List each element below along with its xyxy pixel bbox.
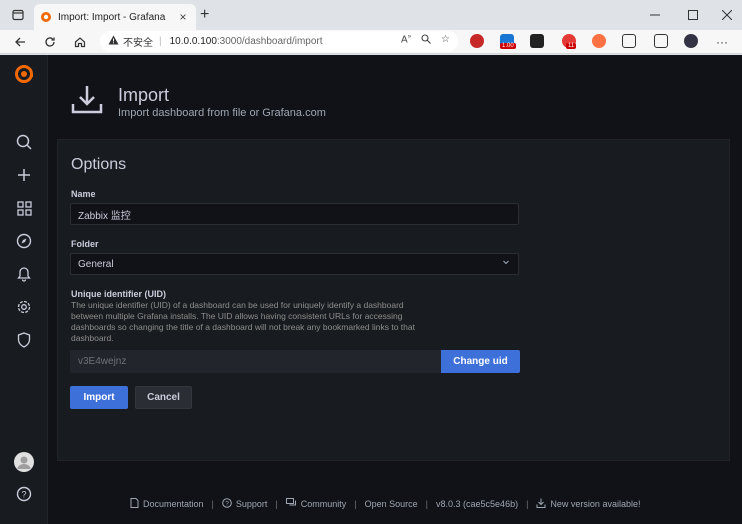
svg-text:?: ? xyxy=(21,490,26,500)
options-title: Options xyxy=(71,156,127,173)
new-version-label: New version available! xyxy=(550,499,641,509)
comment-icon xyxy=(285,498,297,510)
zoom-icon[interactable] xyxy=(421,34,431,47)
footer-separator: | xyxy=(354,499,357,509)
browser-tab[interactable]: Import: Import - Grafana × xyxy=(34,4,196,30)
folder-select-value: General xyxy=(78,258,114,270)
download-icon xyxy=(536,498,546,510)
uid-input-value: v3E4wejnz xyxy=(78,356,127,367)
footer: Documentation | ? Support | Community | … xyxy=(130,498,640,510)
home-button[interactable] xyxy=(70,32,90,52)
grafana-favicon-icon xyxy=(40,11,52,23)
name-input-value: Zabbix 监控 xyxy=(78,210,131,222)
dashboards-icon[interactable] xyxy=(14,198,34,218)
maximize-button[interactable] xyxy=(678,0,708,30)
side-menu: ? xyxy=(0,55,48,524)
minimize-button[interactable] xyxy=(640,0,670,30)
uid-description: The unique identifier (UID) of a dashboa… xyxy=(71,300,415,343)
collections-icon[interactable] xyxy=(654,34,668,48)
support-icon: ? xyxy=(222,498,232,510)
shield-icon[interactable] xyxy=(14,330,34,350)
document-icon xyxy=(130,498,139,510)
browser-toolbar: 不安全 | 10.0.0.100 :3000/dashboard/import … xyxy=(0,30,742,54)
chevron-down-icon xyxy=(502,258,510,268)
favorite-star-icon[interactable]: ☆ xyxy=(441,34,450,47)
new-version-link[interactable]: New version available! xyxy=(536,498,640,510)
more-menu-icon[interactable]: ··· xyxy=(712,32,732,52)
search-icon[interactable] xyxy=(14,132,34,152)
grafana-logo-icon[interactable] xyxy=(14,64,34,84)
change-uid-button[interactable]: Change uid xyxy=(441,350,520,373)
footer-separator: | xyxy=(275,499,278,509)
support-link[interactable]: ? Support xyxy=(222,498,268,510)
alerting-icon[interactable] xyxy=(14,264,34,284)
profile-avatar-icon[interactable] xyxy=(684,34,698,48)
footer-separator: | xyxy=(425,499,429,509)
options-panel: Options Name Zabbix 监控 Folder General Un… xyxy=(57,139,730,461)
community-link[interactable]: Community xyxy=(285,498,347,510)
address-host: 10.0.0.100 xyxy=(169,36,217,47)
plus-icon[interactable] xyxy=(14,165,34,185)
extension-badge: 1.00 xyxy=(500,43,516,49)
open-source-label: Open Source xyxy=(364,499,418,509)
page-subtitle: Import dashboard from file or Grafana.co… xyxy=(118,107,326,119)
page-title: Import xyxy=(118,85,170,105)
address-bar[interactable]: 不安全 | 10.0.0.100 :3000/dashboard/import … xyxy=(100,31,458,52)
version-label: v8.0.3 (cae5c5e46b) xyxy=(436,499,519,509)
extensions-puzzle-icon[interactable] xyxy=(622,34,636,48)
new-tab-button[interactable]: + xyxy=(200,6,209,24)
warning-icon xyxy=(108,35,119,48)
name-label: Name xyxy=(71,189,96,199)
documentation-label: Documentation xyxy=(143,499,204,509)
svg-text:?: ? xyxy=(225,501,229,508)
back-button[interactable] xyxy=(10,32,30,52)
notion-extension-icon[interactable] xyxy=(530,34,544,48)
documentation-link[interactable]: Documentation xyxy=(130,498,204,510)
refresh-button[interactable] xyxy=(40,32,60,52)
tab-actions-icon[interactable] xyxy=(8,0,28,30)
name-input[interactable]: Zabbix 监控 xyxy=(70,203,519,225)
gear-icon[interactable] xyxy=(14,297,34,317)
cancel-button[interactable]: Cancel xyxy=(135,386,192,409)
support-label: Support xyxy=(235,499,268,509)
open-source-link[interactable]: Open Source xyxy=(365,499,418,509)
version-text: v8.0.3 (cae5c5e46b) xyxy=(436,499,518,509)
import-button[interactable]: Import xyxy=(70,386,128,409)
community-label: Community xyxy=(300,499,347,509)
grafana-app: ? Import Import dashboard from file or G… xyxy=(0,55,742,524)
insecure-label: 不安全 xyxy=(123,38,153,49)
extension-badge-2: 11 xyxy=(566,43,577,49)
uid-input: v3E4wejnz xyxy=(70,350,441,373)
extension-orange-icon[interactable] xyxy=(592,34,606,48)
read-aloud-icon[interactable]: A» xyxy=(401,34,411,47)
import-icon xyxy=(70,83,104,117)
browser-tab-bar: Import: Import - Grafana × + xyxy=(0,0,742,30)
address-path: :3000/dashboard/import xyxy=(216,36,323,47)
close-window-button[interactable] xyxy=(712,0,742,30)
footer-separator: | xyxy=(526,499,529,509)
folder-select[interactable]: General xyxy=(70,253,519,275)
explore-icon[interactable] xyxy=(14,231,34,251)
help-icon[interactable]: ? xyxy=(14,484,34,504)
footer-separator: | xyxy=(211,499,214,509)
uid-label: Unique identifier (UID) xyxy=(71,289,166,299)
ublock-extension-icon[interactable] xyxy=(470,34,484,48)
tab-close-icon[interactable]: × xyxy=(176,10,190,24)
tab-title: Import: Import - Grafana xyxy=(58,11,166,23)
folder-label: Folder xyxy=(71,239,99,249)
avatar-icon[interactable] xyxy=(14,452,34,472)
address-separator: | xyxy=(159,36,162,47)
